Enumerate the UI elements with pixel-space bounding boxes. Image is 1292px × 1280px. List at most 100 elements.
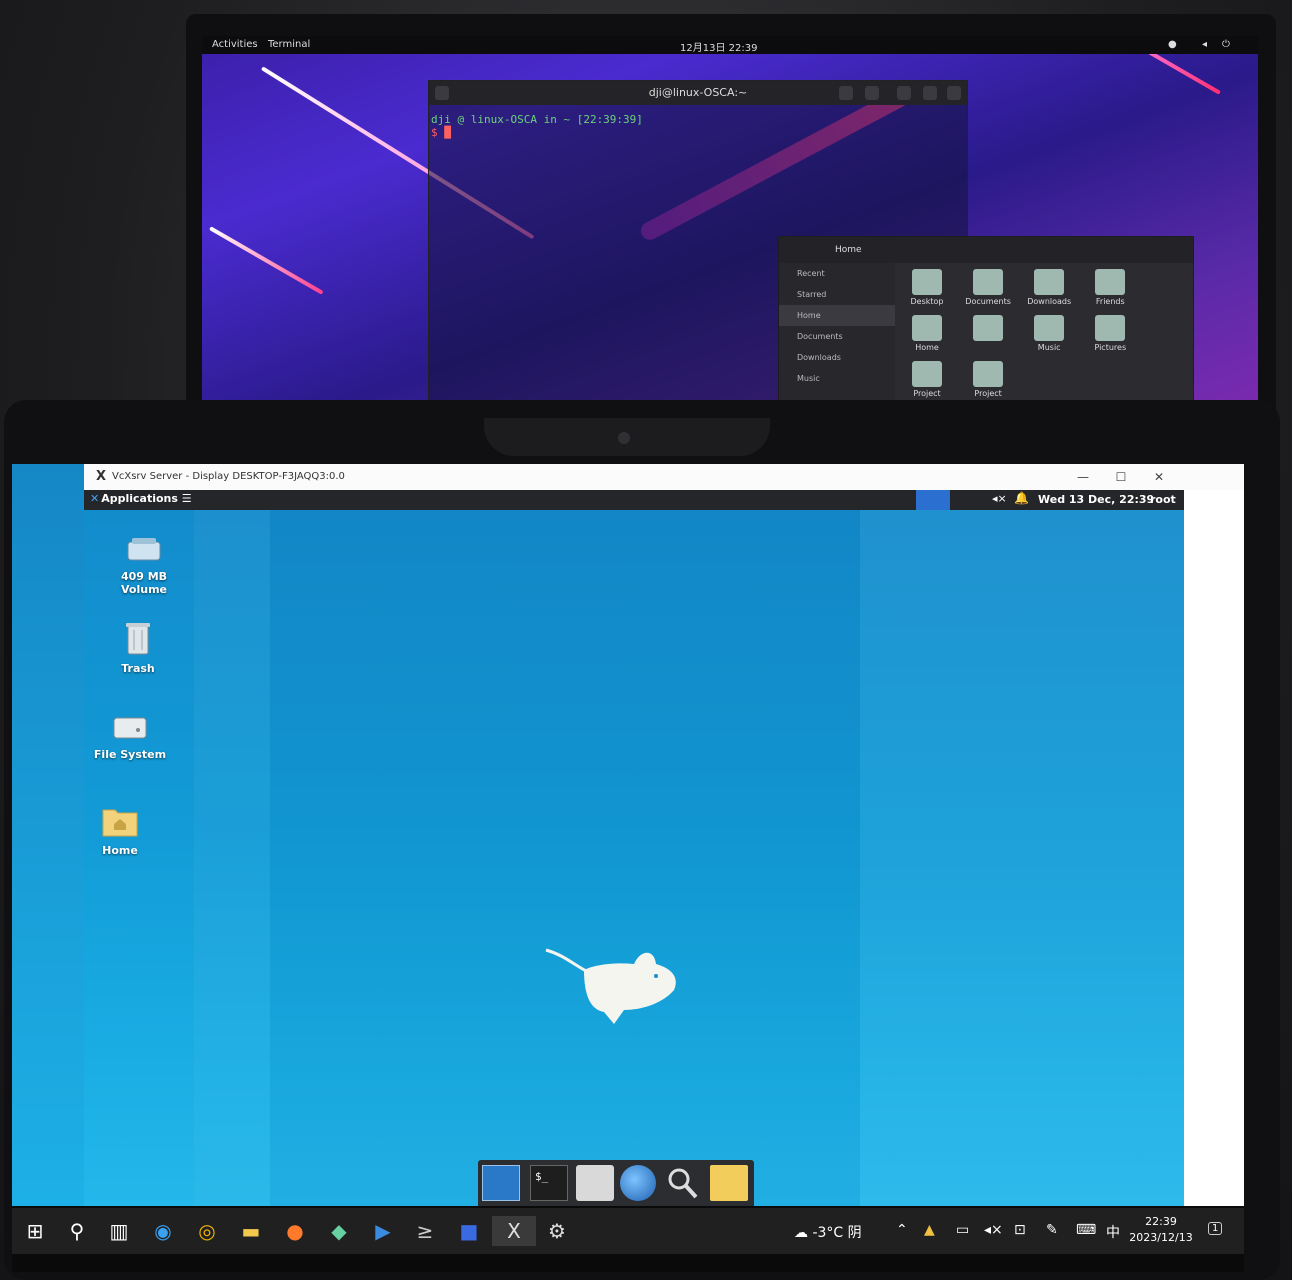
volume-icon[interactable]: ◂ bbox=[1202, 39, 1207, 50]
vcxsrv-titlebar[interactable]: X VcXsrv Server - Display DESKTOP-F3JAQQ… bbox=[84, 464, 1244, 490]
folder-item[interactable]: Documents bbox=[960, 267, 1016, 313]
panel-user[interactable]: root bbox=[1150, 493, 1176, 506]
sidebar-item-documents[interactable]: Documents bbox=[779, 326, 895, 347]
folder-icon bbox=[973, 361, 1004, 387]
files-grid: Desktop Documents Downloads Friends Home… bbox=[899, 267, 1191, 405]
sidebar-item-starred[interactable]: Starred bbox=[779, 284, 895, 305]
gnome-clock[interactable]: 12月13日 22:39 bbox=[680, 39, 757, 54]
panel-clock[interactable]: Wed 13 Dec, 22:39 bbox=[1038, 493, 1154, 506]
app-icon[interactable]: ◆ bbox=[324, 1216, 354, 1246]
file-explorer-icon[interactable]: ▬ bbox=[236, 1216, 266, 1246]
terminal-titlebar[interactable]: dji@linux-OSCA:~ bbox=[429, 81, 967, 105]
sidebar-item-downloads[interactable]: Downloads bbox=[779, 347, 895, 368]
terminal-icon[interactable]: ≥ bbox=[410, 1216, 440, 1246]
maximize-icon[interactable] bbox=[923, 86, 937, 100]
volume-muted-icon[interactable]: ◂× bbox=[984, 1222, 1003, 1238]
network-icon[interactable]: ⊡ bbox=[1014, 1222, 1026, 1238]
home-folder-icon bbox=[102, 809, 138, 837]
task-view-icon[interactable]: ▥ bbox=[104, 1216, 134, 1246]
vcxsrv-window[interactable]: X VcXsrv Server - Display DESKTOP-F3JAQQ… bbox=[84, 464, 1244, 1206]
windows-desktop-strip bbox=[12, 464, 84, 1206]
files-titlebar[interactable]: Home bbox=[779, 237, 1193, 263]
desktop-icon-home[interactable]: Home bbox=[84, 802, 170, 857]
vcxsrv-title: VcXsrv Server - Display DESKTOP-F3JAQQ3:… bbox=[112, 471, 345, 482]
tablet-display: X VcXsrv Server - Display DESKTOP-F3JAQQ… bbox=[12, 464, 1244, 1272]
folder-item[interactable] bbox=[960, 313, 1016, 359]
folder-item[interactable]: Music bbox=[1021, 313, 1077, 359]
terminal-cursor: $ █ bbox=[431, 126, 451, 139]
tray-overflow-icon[interactable]: ⌃ bbox=[896, 1222, 908, 1238]
sidebar-item-music[interactable]: Music bbox=[779, 368, 895, 389]
network-icon[interactable]: ● bbox=[1168, 39, 1177, 50]
desktop-icon-volume[interactable]: 409 MB Volume bbox=[94, 534, 194, 596]
edge-icon[interactable]: ◉ bbox=[148, 1216, 178, 1246]
folder-icon bbox=[1095, 315, 1126, 341]
minimize-icon[interactable] bbox=[897, 86, 911, 100]
app-finder-icon[interactable] bbox=[664, 1165, 702, 1201]
xfce-top-panel: ✕ Applications ☰ ◂× 🔔 Wed 13 Dec, 22:39 r… bbox=[84, 490, 1184, 510]
volume-muted-icon[interactable]: ◂× bbox=[992, 492, 1007, 505]
notification-bell-icon[interactable]: 🔔 bbox=[1014, 491, 1029, 505]
start-button-icon[interactable]: ⊞ bbox=[20, 1216, 50, 1246]
terminal-output[interactable]: dji @ linux-OSCA in ~ [22:39:39] $ █ bbox=[429, 105, 967, 147]
ime-indicator[interactable]: 中 bbox=[1106, 1222, 1120, 1242]
folder-item[interactable]: Desktop bbox=[899, 267, 955, 313]
close-icon[interactable] bbox=[947, 86, 961, 100]
powershell-icon[interactable]: ▶ bbox=[368, 1216, 398, 1246]
files-window[interactable]: Home Recent Starred Home Documents Downl… bbox=[778, 236, 1194, 412]
settings-gear-icon[interactable]: ⚙ bbox=[542, 1216, 572, 1246]
drive-icon bbox=[127, 538, 161, 561]
show-desktop-icon[interactable] bbox=[482, 1165, 520, 1201]
minimize-button[interactable]: — bbox=[1064, 464, 1102, 490]
desktop-icon-trash[interactable]: Trash bbox=[88, 620, 188, 675]
maximize-button[interactable]: ☐ bbox=[1102, 464, 1140, 490]
folder-item[interactable]: Friends bbox=[1082, 267, 1138, 313]
keyboard-icon[interactable]: ⌨ bbox=[1076, 1222, 1096, 1238]
sidebar-item-home[interactable]: Home bbox=[779, 305, 895, 326]
folder-item[interactable]: Home bbox=[899, 313, 955, 359]
active-app-label[interactable]: Terminal bbox=[268, 39, 310, 50]
folder-item[interactable]: Pictures bbox=[1082, 313, 1138, 359]
folder-icon[interactable] bbox=[710, 1165, 748, 1201]
x-logo-icon: X bbox=[96, 469, 107, 484]
taskbar-clock[interactable]: 22:39 2023/12/13 bbox=[1126, 1214, 1196, 1246]
xfce-dock: $_ bbox=[478, 1160, 754, 1206]
sidebar-item-recent[interactable]: Recent bbox=[779, 263, 895, 284]
chrome-icon[interactable]: ◎ bbox=[192, 1216, 222, 1246]
terminal-icon[interactable]: $_ bbox=[530, 1165, 568, 1201]
battery-icon[interactable]: ▭ bbox=[956, 1222, 969, 1238]
xfce-logo-icon: ✕ bbox=[90, 492, 100, 505]
activities-button[interactable]: Activities bbox=[212, 39, 258, 50]
terminal-prompt: dji @ linux-OSCA in ~ [22:39:39] bbox=[431, 113, 643, 126]
folder-item[interactable]: Project bbox=[899, 359, 955, 405]
camera-icon bbox=[618, 432, 630, 444]
xfce-desktop[interactable]: 409 MB Volume Trash File System Home $_ bbox=[84, 510, 1184, 1206]
vcxsrv-taskbar-icon[interactable]: X bbox=[492, 1216, 536, 1246]
search-icon[interactable] bbox=[839, 86, 853, 100]
desktop-icon-filesystem[interactable]: File System bbox=[84, 710, 180, 761]
notification-center-icon[interactable]: 1 bbox=[1208, 1222, 1223, 1235]
weather-widget[interactable]: ☁ -3°C 阴 bbox=[794, 1222, 862, 1242]
new-tab-icon[interactable] bbox=[435, 86, 449, 100]
hard-drive-icon bbox=[113, 717, 147, 739]
file-manager-icon[interactable] bbox=[576, 1165, 614, 1201]
pen-icon[interactable]: ✎ bbox=[1046, 1222, 1058, 1238]
workspace-switcher[interactable] bbox=[916, 490, 950, 510]
trash-icon bbox=[126, 623, 150, 655]
close-button[interactable]: ✕ bbox=[1140, 464, 1178, 490]
firefox-icon[interactable]: ● bbox=[280, 1216, 310, 1246]
wallpaper-band bbox=[194, 510, 270, 1206]
applications-menu[interactable]: ✕ Applications ☰ bbox=[90, 492, 192, 505]
folder-item[interactable]: Project bbox=[960, 359, 1016, 405]
tray-app-icon[interactable]: ▲ bbox=[924, 1222, 935, 1238]
web-browser-icon[interactable] bbox=[620, 1165, 656, 1201]
terminal-title: dji@linux-OSCA:~ bbox=[648, 86, 748, 99]
folder-item[interactable]: Downloads bbox=[1021, 267, 1077, 313]
search-icon[interactable]: ⚲ bbox=[62, 1216, 92, 1246]
files-path[interactable]: Home bbox=[835, 245, 862, 255]
folder-icon bbox=[912, 269, 942, 295]
menu-icon[interactable] bbox=[865, 86, 879, 100]
xfce-mouse-logo bbox=[545, 948, 676, 1024]
power-icon[interactable]: ⏻ bbox=[1222, 39, 1230, 50]
app-icon[interactable]: ■ bbox=[454, 1216, 484, 1246]
